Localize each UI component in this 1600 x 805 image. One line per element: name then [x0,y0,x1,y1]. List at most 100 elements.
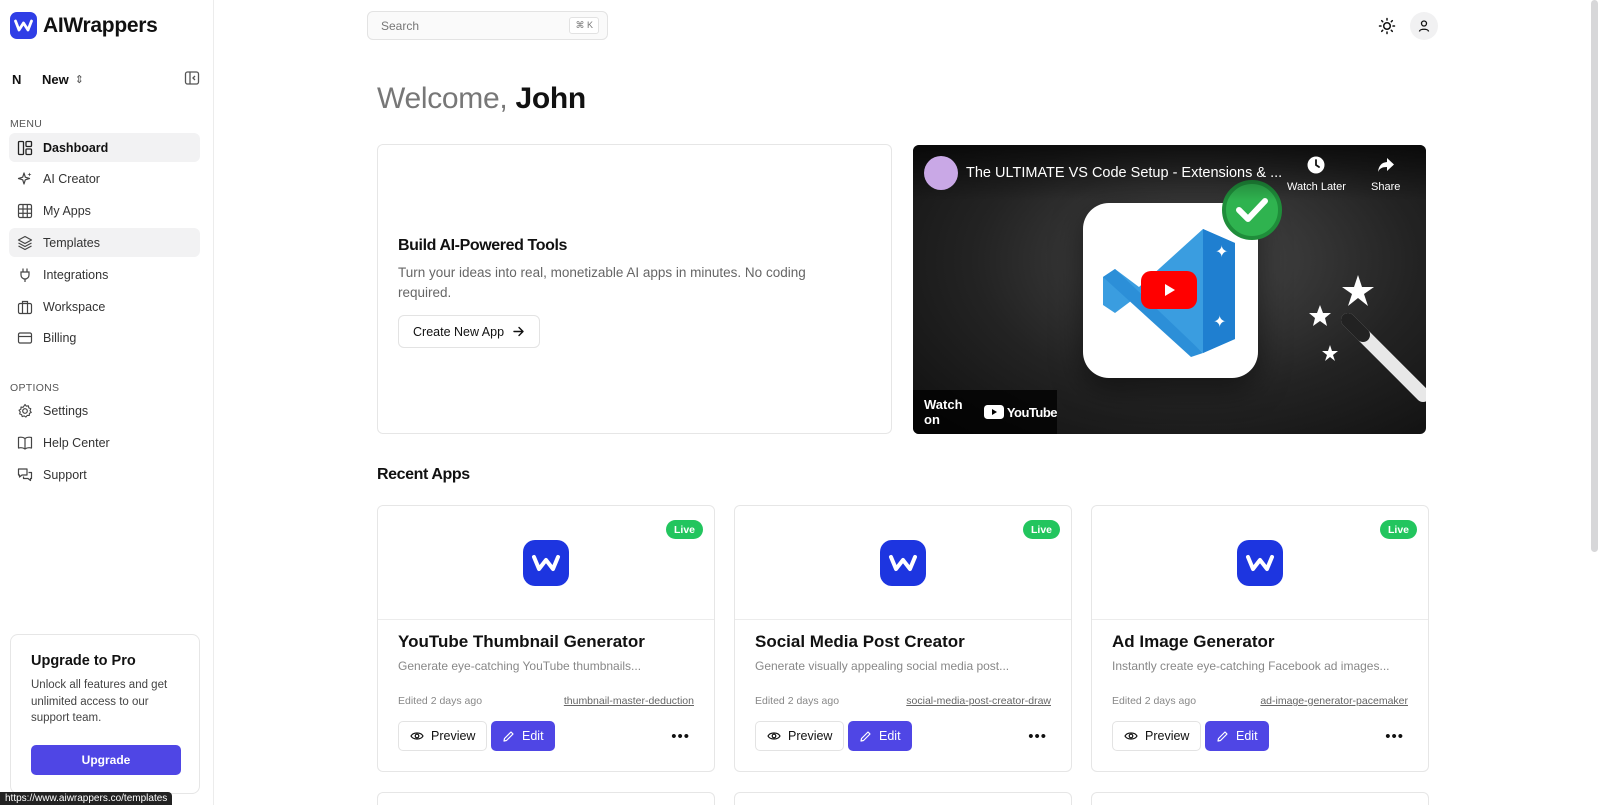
grid-icon [17,203,33,218]
youtube-wordmark: YouTube [1006,404,1058,420]
app-card-partial[interactable] [1091,792,1429,805]
preview-button[interactable]: Preview [755,721,845,751]
edit-label: Edit [522,729,544,743]
sidebar-item-label: Integrations [43,267,109,282]
sidebar-item-label: Workspace [43,299,106,314]
chat-icon [17,467,33,481]
upgrade-title: Upgrade to Pro [31,653,136,669]
preview-button[interactable]: Preview [398,721,488,751]
sidebar-collapse-icon[interactable] [184,70,200,86]
edit-button[interactable]: Edit [491,721,555,751]
preview-label: Preview [788,729,833,743]
app-description: Instantly create eye-catching Facebook a… [1112,659,1390,673]
sidebar-item-integrations[interactable]: Integrations [9,260,200,289]
briefcase-icon [17,300,33,314]
app-edited-time: Edited 2 days ago [1112,695,1197,707]
app-name: Social Media Post Creator [755,632,965,651]
app-card-partial[interactable] [377,792,715,805]
youtube-logo-icon [983,405,1004,419]
workspace-name: New [42,71,69,87]
more-options-icon[interactable]: ••• [671,728,690,745]
theme-toggle-button[interactable] [1373,12,1401,40]
sidebar-item-settings[interactable]: Settings [9,396,200,425]
watch-later-button[interactable]: Watch Later [1287,155,1346,193]
hero-card: Build AI-Powered Tools Turn your ideas i… [377,144,892,434]
sidebar-item-help-center[interactable]: Help Center [9,428,200,457]
preview-label: Preview [1145,729,1190,743]
upgrade-button[interactable]: Upgrade [31,745,181,775]
app-card[interactable]: Live Ad Image Generator Instantly create… [1091,505,1429,772]
edit-label: Edit [879,729,901,743]
sidebar-item-label: Settings [43,403,89,418]
video-embed[interactable]: ✦ ✦ The ULTIMATE VS Code Setup - Extensi… [913,145,1426,434]
edit-button[interactable]: Edit [848,721,912,751]
brand[interactable]: AIWrappers [10,12,158,39]
welcome-heading: Welcome, John [377,82,586,116]
app-slug-link[interactable]: thumbnail-master-deduction [564,695,694,707]
search-input[interactable]: Search ⌘ K [367,11,608,40]
brand-logo-icon [10,12,37,39]
sidebar-item-label: Help Center [43,435,110,450]
app-root: AIWrappers N New ⇕ MENU Dashboard AI Cre… [0,0,1600,805]
app-card[interactable]: Live YouTube Thumbnail Generator Generat… [377,505,715,772]
video-title[interactable]: The ULTIMATE VS Code Setup - Extensions … [966,165,1284,181]
app-card-header: Live [1092,506,1428,620]
credit-card-icon [17,331,33,344]
app-name: YouTube Thumbnail Generator [398,632,645,651]
sidebar-item-support[interactable]: Support [9,460,200,489]
eye-icon [767,732,781,740]
gear-icon [18,403,32,418]
app-card[interactable]: Live Social Media Post Creator Generate … [734,505,1072,772]
app-edited-time: Edited 2 days ago [755,695,840,707]
sidebar-item-label: Dashboard [43,140,109,155]
share-icon [1377,158,1394,172]
edit-button[interactable]: Edit [1205,721,1269,751]
eye-icon [410,732,424,740]
user-icon [1418,20,1430,32]
svg-text:✦: ✦ [1213,312,1226,331]
preview-button[interactable]: Preview [1112,721,1202,751]
status-bar-url: https://www.aiwrappers.co/templates [0,792,173,805]
share-label: Share [1371,181,1401,193]
more-options-icon[interactable]: ••• [1028,728,1047,745]
page-scrollbar[interactable] [1591,0,1598,552]
app-slug-link[interactable]: ad-image-generator-pacemaker [1260,695,1408,707]
app-edited-time: Edited 2 days ago [398,695,483,707]
more-options-icon[interactable]: ••• [1385,728,1404,745]
recent-apps-title: Recent Apps [377,466,470,483]
app-description: Generate eye-catching YouTube thumbnails… [398,659,642,673]
youtube-logo: YouTube [983,404,1058,420]
share-button[interactable]: Share [1371,155,1400,193]
app-card-partial[interactable] [734,792,1072,805]
search-placeholder: Search [381,18,420,33]
youtube-play-icon[interactable] [1141,271,1197,309]
sidebar-item-my-apps[interactable]: My Apps [9,196,200,225]
sidebar-item-templates[interactable]: Templates [9,228,200,257]
sparkle-icon [17,171,32,185]
app-card-header: Live [735,506,1071,620]
clock-icon [1307,156,1325,174]
app-logo-icon [880,540,926,586]
workspace-switcher[interactable]: N New ⇕ [12,68,200,90]
sidebar-item-label: Billing [43,330,77,345]
dashboard-icon [17,140,33,155]
app-name: Ad Image Generator [1112,632,1275,651]
user-menu-button[interactable] [1410,12,1438,40]
welcome-greeting: Welcome, [377,82,508,115]
channel-avatar[interactable] [924,156,958,190]
status-badge: Live [1022,520,1060,539]
sidebar-item-label: Support [43,467,87,482]
watch-on-youtube-button[interactable]: Watch on YouTube [913,390,1058,434]
sidebar-item-dashboard[interactable]: Dashboard [9,133,200,162]
sidebar-item-billing[interactable]: Billing [9,323,200,352]
svg-text:✦: ✦ [1215,242,1228,261]
create-new-app-button[interactable]: Create New App [398,315,541,348]
sidebar-item-workspace[interactable]: Workspace [9,292,200,321]
app-card-header: Live [378,506,714,620]
sidebar-item-ai-creator[interactable]: AI Creator [9,164,200,193]
upgrade-text: Unlock all features and get unlimited ac… [31,679,168,724]
preview-label: Preview [431,729,476,743]
app-slug-link[interactable]: social-media-post-creator-draw [906,695,1051,707]
status-badge: Live [665,520,703,539]
edit-label: Edit [1236,729,1258,743]
